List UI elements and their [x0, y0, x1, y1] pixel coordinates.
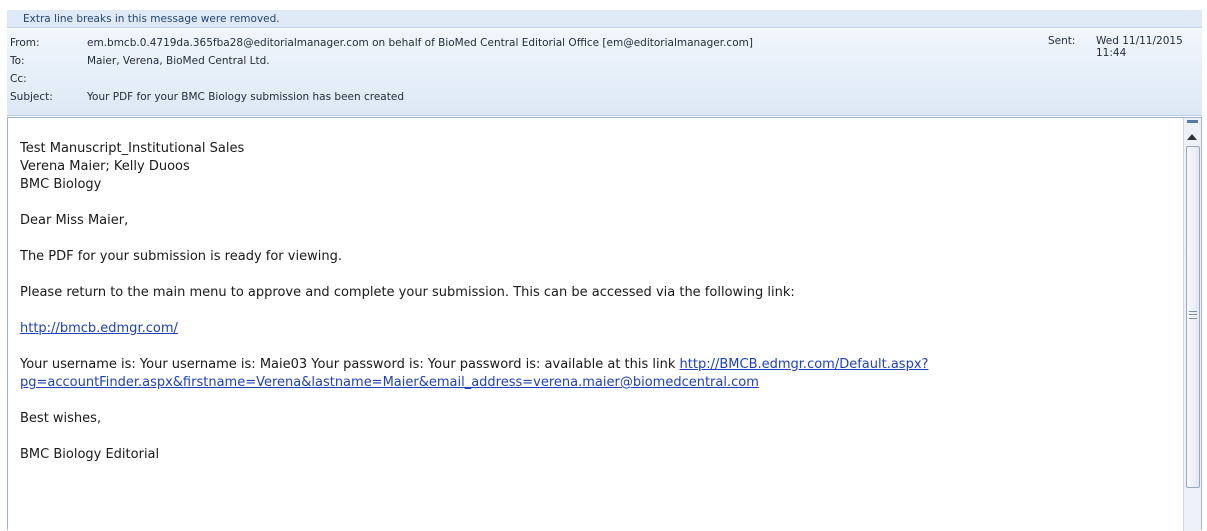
main-menu-link[interactable]: http://bmcb.edmgr.com/ [20, 321, 178, 336]
message-body[interactable]: Test Manuscript_Institutional Sales Vere… [7, 117, 1202, 531]
cc-label: Cc: [10, 73, 27, 85]
signature: BMC Biology Editorial [20, 447, 160, 462]
from-label: From: [10, 37, 40, 49]
account-finder-link-part2[interactable]: pg=accountFinder.aspx&firstname=Verena&l… [20, 375, 759, 390]
paragraph-credentials: Your username is: Your username is: Maie… [20, 356, 1170, 392]
scroll-up-arrow-icon[interactable] [1187, 134, 1197, 140]
journal-name: BMC Biology [20, 177, 102, 192]
greeting: Dear Miss Maier, [20, 213, 129, 228]
collapse-icon[interactable] [1186, 120, 1199, 132]
message-content: Test Manuscript_Institutional Sales Vere… [20, 140, 1170, 464]
subject-value: Your PDF for your BMC Biology submission… [87, 91, 404, 103]
info-bar[interactable]: Extra line breaks in this message were r… [7, 10, 1202, 28]
paragraph-instructions: Please return to the main menu to approv… [20, 285, 795, 300]
closing: Best wishes, [20, 411, 102, 426]
to-label: To: [10, 55, 25, 67]
manuscript-title: Test Manuscript_Institutional Sales [20, 141, 245, 156]
authors: Verena Maier; Kelly Duoos [20, 159, 190, 174]
grip-icon [1189, 311, 1197, 319]
sent-label: Sent: [1048, 35, 1076, 47]
account-finder-link-part1[interactable]: http://BMCB.edmgr.com/Default.aspx? [680, 357, 929, 372]
scrollbar-thumb[interactable] [1186, 146, 1200, 488]
sent-value: Wed 11/11/2015 11:44 [1096, 35, 1183, 59]
to-value[interactable]: Maier, Verena, BioMed Central Ltd. [87, 53, 270, 70]
subject-label: Subject: [10, 91, 53, 103]
vertical-scrollbar[interactable] [1183, 118, 1201, 531]
message-header: From: em.bmcb.0.4719da.365fba28@editoria… [7, 29, 1202, 116]
from-value[interactable]: em.bmcb.0.4719da.365fba28@editorialmanag… [87, 35, 753, 52]
credentials-text: Your username is: Your username is: Maie… [20, 357, 680, 372]
paragraph-pdf-ready: The PDF for your submission is ready for… [20, 249, 342, 264]
